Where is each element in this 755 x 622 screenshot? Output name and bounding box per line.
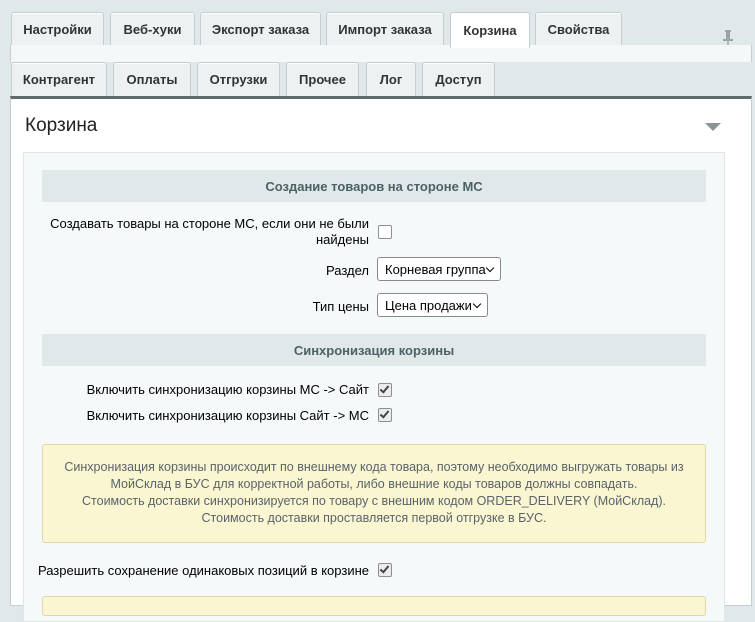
tab-label: Оплаты — [126, 72, 178, 87]
tab-access[interactable]: Доступ — [422, 62, 495, 96]
create-products-checkbox[interactable] — [378, 225, 392, 239]
note-line: МойСклад в БУС для корректной работы, ли… — [110, 477, 638, 491]
panel-title: Корзина — [25, 115, 98, 136]
note-line: Стоимость доставки синхронизируется по т… — [82, 494, 666, 508]
tab-order-export[interactable]: Экспорт заказа — [200, 12, 321, 46]
tab-settings[interactable]: Настройки — [11, 12, 104, 46]
chevron-down-icon — [472, 299, 482, 309]
checkmark-icon — [379, 563, 390, 574]
tab-log[interactable]: Лог — [366, 62, 416, 96]
settings-form: Создание товаров на стороне МС Создавать… — [23, 152, 725, 622]
tab-label: Свойства — [547, 22, 610, 37]
section-label: Раздел — [326, 263, 369, 278]
sync-info-note: Синхронизация корзины происходит по внеш… — [42, 444, 706, 543]
tab-label: Корзина — [463, 23, 517, 38]
sync-ms-site-checkbox[interactable] — [378, 383, 392, 397]
sync-ms-site-label: Включить синхронизацию корзины МС -> Сай… — [86, 382, 369, 397]
tab-label: Экспорт заказа — [211, 22, 310, 37]
price-type-label: Тип цены — [312, 299, 369, 314]
tab-label: Отгрузки — [209, 72, 268, 87]
tab-label: Прочее — [299, 72, 346, 87]
section-select-value: Корневая группа — [385, 261, 486, 277]
tab-counterparty[interactable]: Контрагент — [11, 62, 107, 96]
tab-label: Контрагент — [22, 72, 96, 87]
note-line: Синхронизация корзины происходит по внеш… — [64, 460, 684, 474]
price-type-select-value: Цена продажи — [385, 297, 472, 313]
tab-label: Настройки — [23, 22, 92, 37]
tab-properties[interactable]: Свойства — [535, 12, 622, 46]
tab-label: Импорт заказа — [338, 22, 432, 37]
section-heading-create: Создание товаров на стороне МС — [42, 170, 706, 202]
tab-cart[interactable]: Корзина — [450, 12, 530, 48]
next-note-partial — [42, 596, 706, 616]
section-heading-sync: Синхронизация корзины — [42, 334, 706, 366]
tab-payments[interactable]: Оплаты — [113, 62, 191, 96]
allow-duplicates-label: Разрешить сохранение одинаковых позиций … — [37, 563, 369, 578]
note-line: Стоимость доставки проставляется первой … — [201, 511, 547, 525]
sync-site-ms-checkbox[interactable] — [378, 408, 392, 422]
tab-webhooks[interactable]: Веб-хуки — [110, 12, 195, 46]
tab-label: Лог — [379, 72, 403, 87]
allow-duplicates-checkbox[interactable] — [378, 563, 392, 577]
create-products-label-line2: найдены — [315, 232, 369, 247]
tab-order-import[interactable]: Импорт заказа — [326, 12, 444, 46]
price-type-select[interactable]: Цена продажи — [377, 293, 488, 317]
sync-site-ms-label: Включить синхронизацию корзины Сайт -> М… — [86, 408, 369, 423]
tab-other[interactable]: Прочее — [286, 62, 359, 96]
tab-label: Веб-хуки — [123, 22, 182, 37]
create-products-label-line1: Создавать товары на стороне МС, если они… — [50, 216, 369, 231]
sub-tabs: Контрагент Оплаты Отгрузки Прочее Лог До… — [0, 62, 755, 96]
cart-panel: Корзина Создание товаров на стороне МС С… — [10, 96, 752, 622]
create-products-label: Создавать товары на стороне МС, если они… — [39, 216, 369, 248]
main-tabs: Настройки Веб-хуки Экспорт заказа Импорт… — [0, 12, 755, 48]
checkmark-icon — [379, 408, 390, 419]
checkmark-icon — [379, 383, 390, 394]
section-select[interactable]: Корневая группа — [377, 257, 501, 281]
chevron-down-icon — [485, 263, 495, 273]
tabs-separator — [10, 45, 752, 62]
tab-label: Доступ — [435, 72, 482, 87]
collapse-icon[interactable] — [705, 123, 721, 131]
tab-shipments[interactable]: Отгрузки — [197, 62, 280, 96]
